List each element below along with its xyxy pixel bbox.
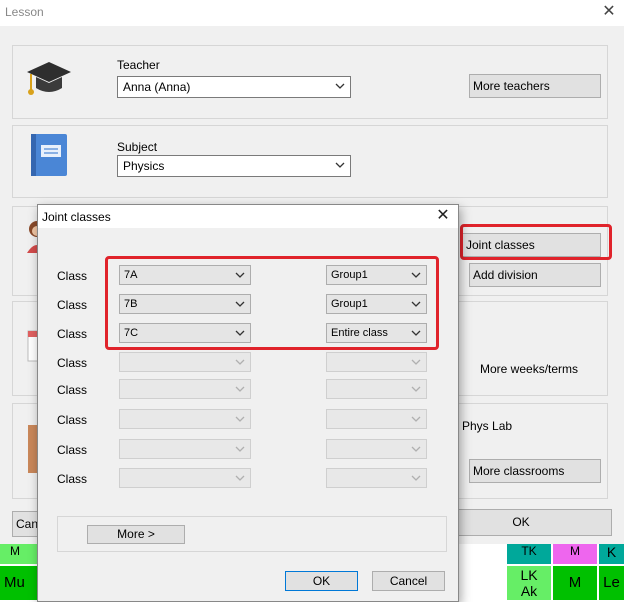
group-select[interactable] (326, 409, 427, 429)
chevron-down-icon (411, 386, 421, 392)
class-row-label: Class (57, 269, 88, 283)
chevron-down-icon (235, 446, 245, 452)
chevron-down-icon (235, 386, 245, 392)
more-weeks-terms-link[interactable]: More weeks/terms (480, 362, 578, 376)
teacher-select-value: Anna (Anna) (123, 80, 191, 94)
more-classrooms-button[interactable]: More classrooms (469, 459, 601, 483)
chevron-down-icon (335, 162, 345, 168)
class-row-label: Class (57, 356, 88, 370)
timetable-cell[interactable]: Mu (0, 566, 40, 600)
class-select[interactable] (119, 409, 251, 429)
chevron-down-icon (235, 359, 245, 365)
class-select[interactable] (119, 468, 251, 488)
teacher-select[interactable]: Anna (Anna) (117, 76, 351, 98)
class-select[interactable] (119, 439, 251, 459)
more-button[interactable]: More > (87, 525, 185, 544)
timetable-cell[interactable]: M (553, 566, 597, 600)
chevron-down-icon (335, 83, 345, 89)
chevron-down-icon (411, 475, 421, 481)
more-classrooms-label: More classrooms (473, 464, 565, 478)
more-teachers-label: More teachers (473, 79, 550, 93)
add-division-button[interactable]: Add division (469, 263, 601, 287)
class-row-label: Class (57, 443, 88, 457)
close-icon[interactable]: ✕ (434, 207, 452, 225)
timetable-cell[interactable]: M (553, 544, 597, 564)
class-row-label: Class (57, 298, 88, 312)
timetable-cell[interactable]: K (599, 544, 624, 564)
class-select[interactable] (119, 352, 251, 372)
ok-button[interactable]: OK (285, 571, 358, 591)
graduation-cap-icon (27, 62, 71, 95)
timetable-cell-line: Ak (520, 583, 538, 599)
class-select[interactable] (119, 379, 251, 399)
subject-panel: Subject Physics (12, 125, 608, 198)
more-button-label: More > (117, 527, 155, 541)
add-division-label: Add division (473, 268, 538, 282)
joint-classes-dialog: Joint classes ✕ Class 7A Group1 Class 7B Grou… (37, 204, 459, 602)
class-row-label: Class (57, 413, 88, 427)
chevron-down-icon (411, 359, 421, 365)
chevron-down-icon (235, 475, 245, 481)
lesson-titlebar: Lesson ✕ (0, 0, 624, 26)
group-select[interactable] (326, 468, 427, 488)
chevron-down-icon (411, 416, 421, 422)
timetable-cell[interactable]: Le (599, 566, 624, 600)
lesson-title: Lesson (5, 5, 44, 19)
class-row-label: Class (57, 327, 88, 341)
class-row-label: Class (57, 472, 88, 486)
dialog-title: Joint classes (42, 210, 111, 224)
teacher-label: Teacher (117, 58, 160, 72)
timetable-cell[interactable]: LK Ak (507, 566, 551, 600)
class-rows-highlight (105, 256, 439, 350)
chevron-down-icon (235, 416, 245, 422)
more-group: More > (57, 516, 447, 552)
timetable-cell[interactable]: M (0, 544, 40, 564)
ok-button-label: OK (312, 574, 331, 588)
cancel-button-label: Cancel (389, 574, 428, 588)
group-select[interactable] (326, 439, 427, 459)
lesson-ok-label: OK (512, 515, 530, 529)
class-row-label: Class (57, 383, 88, 397)
timetable-cell-line: LK (520, 567, 538, 583)
subject-select[interactable]: Physics (117, 155, 351, 177)
book-icon (31, 134, 67, 176)
more-teachers-button[interactable]: More teachers (469, 74, 601, 98)
chevron-down-icon (411, 446, 421, 452)
close-icon[interactable]: ✕ (600, 3, 618, 21)
subject-select-value: Physics (123, 159, 165, 173)
cancel-button[interactable]: Cancel (372, 571, 445, 591)
group-select[interactable] (326, 379, 427, 399)
teacher-panel: Teacher Anna (Anna) More teachers (12, 45, 608, 119)
joint-classes-highlight (460, 224, 612, 260)
dialog-titlebar: Joint classes ✕ (38, 205, 458, 228)
subject-label: Subject (117, 140, 158, 154)
group-select[interactable] (326, 352, 427, 372)
timetable-cell[interactable]: TK (507, 544, 551, 564)
